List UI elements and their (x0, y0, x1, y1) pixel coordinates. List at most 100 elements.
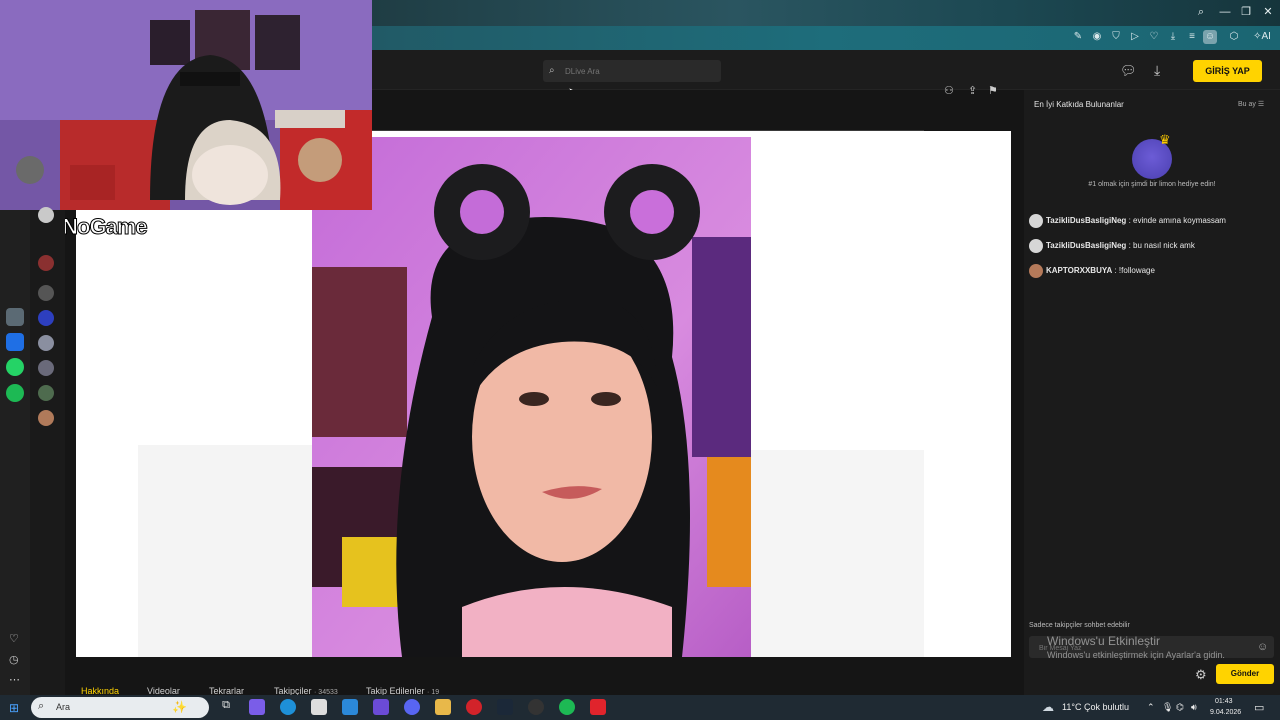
messenger-icon[interactable] (6, 333, 24, 351)
share-icon[interactable]: ⇪ (968, 84, 977, 97)
avatar[interactable] (38, 310, 54, 326)
network-icon[interactable]: ⌬ (1176, 702, 1184, 713)
chat-text: : evinde amına koymassam (1128, 216, 1226, 226)
download-icon[interactable]: ⤓ (1154, 62, 1160, 79)
heart-icon[interactable]: ♡ (1147, 30, 1161, 44)
sparkle-icon: ✨ (172, 700, 187, 714)
notification-icon[interactable]: ▭ (1254, 701, 1264, 714)
avatar[interactable] (38, 285, 54, 301)
clock-time[interactable]: 01:43 (1215, 698, 1233, 705)
avatar[interactable] (38, 410, 54, 426)
avatar[interactable] (38, 255, 54, 271)
search-icon: ⌕ (549, 65, 555, 76)
user-plus-icon[interactable]: ⚇ (944, 84, 954, 97)
download-icon[interactable]: ⤓ (1166, 30, 1180, 44)
windows-start-icon[interactable]: ⊞ (9, 701, 19, 715)
gear-icon[interactable]: ⚙ (1195, 667, 1207, 683)
history-icon[interactable]: ◷ (9, 653, 19, 666)
minimize-button[interactable]: — (1218, 5, 1232, 19)
chat-username[interactable]: KAPTORXXBUYA (1046, 266, 1112, 275)
camera-icon[interactable]: ◉ (1090, 30, 1104, 44)
ai-button[interactable]: ✧AI (1250, 30, 1274, 44)
person-photo (312, 137, 751, 657)
period-label: Bu ay (1238, 101, 1256, 108)
edit-icon[interactable]: ✎ (1071, 30, 1085, 44)
chat-username[interactable]: TazikliDusBasligiNeg (1046, 216, 1126, 225)
discord-icon[interactable] (404, 699, 420, 715)
search-input[interactable] (565, 64, 715, 78)
chat-message: TazikliDusBasligiNeg : bu nasıl nick amk (1029, 239, 1195, 253)
avatar[interactable] (1029, 214, 1043, 228)
following-sidebar (30, 210, 65, 695)
ai-label: AI (1261, 31, 1271, 42)
heart-icon[interactable]: ♡ (9, 632, 19, 645)
send-button[interactable]: Gönder (1216, 664, 1274, 684)
browser-toolbar (372, 26, 1280, 50)
chat-text: : bu nasıl nick amk (1128, 241, 1195, 251)
search-icon: ⌕ (38, 700, 45, 712)
profile-icon[interactable]: ☺ (1203, 30, 1217, 44)
restore-button[interactable]: ❐ (1239, 5, 1253, 19)
store-icon[interactable] (6, 308, 24, 326)
app-icon[interactable] (590, 699, 606, 715)
channel-bar (372, 90, 1024, 131)
contributors-title: En İyi Katkıda Bulunanlar (1034, 100, 1124, 109)
shield-icon[interactable]: ⛉ (1109, 30, 1123, 44)
stream-thumbnail (312, 137, 751, 657)
browser-title-bar (372, 0, 1280, 26)
windows-activation-subtitle: Windows'u etkinleştirmek için Ayarlar'a … (1047, 650, 1225, 660)
spotify-icon[interactable] (6, 384, 24, 402)
close-button[interactable]: ✕ (1261, 5, 1275, 19)
video-blur-left (138, 445, 312, 657)
chevron-up-icon[interactable]: ⌃ (1147, 702, 1155, 713)
chat-bubble-icon[interactable]: 💬︎ (1120, 63, 1137, 79)
volume-icon[interactable]: 🔊︎ (1191, 702, 1197, 713)
chat-username[interactable]: TazikliDusBasligiNeg (1046, 241, 1126, 250)
mail-icon[interactable] (342, 699, 358, 715)
microphone-icon[interactable]: 🎙︎ (1162, 702, 1173, 713)
followers-only-notice: Sadece takipçiler sohbet edebilir (1029, 622, 1130, 629)
emoji-icon[interactable]: ☺ (1257, 641, 1268, 653)
copilot-icon[interactable] (249, 699, 265, 715)
chat-message: KAPTORXXBUYA : !followage (1029, 264, 1155, 278)
search-icon[interactable]: ⌕ (1194, 5, 1208, 19)
weather-text[interactable]: 11°C Çok bulutlu (1062, 702, 1129, 712)
avatar[interactable] (1029, 239, 1043, 253)
avatar[interactable] (38, 207, 54, 223)
steam-icon[interactable] (497, 699, 513, 715)
file-explorer-icon[interactable] (435, 699, 451, 715)
avatar[interactable] (38, 385, 54, 401)
extensions-icon[interactable]: ⬡ (1227, 30, 1241, 44)
gift-prompt: #1 olmak için şimdi bir limon hediye edi… (1088, 181, 1216, 188)
edge-icon[interactable] (280, 699, 296, 715)
webcam-feed (0, 0, 372, 210)
whatsapp-icon[interactable] (6, 358, 24, 376)
store-icon[interactable] (311, 699, 327, 715)
teams-icon[interactable] (373, 699, 389, 715)
menu-icon: ☰ (1257, 101, 1265, 108)
windows-activation-title: Windows'u Etkinleştir (1047, 634, 1160, 648)
avatar[interactable] (1029, 264, 1043, 278)
login-button[interactable]: GİRİŞ YAP (1193, 60, 1262, 82)
video-blur-right (751, 450, 924, 657)
clock-date[interactable]: 9.04.2026 (1210, 709, 1241, 716)
spotify-icon[interactable] (559, 699, 575, 715)
site-header (372, 50, 1280, 90)
chat-text: : !followage (1114, 266, 1155, 276)
period-selector[interactable]: Bu ay ☰ (1238, 100, 1264, 108)
avatar[interactable] (38, 335, 54, 351)
menu-icon[interactable]: ≡ (1185, 30, 1199, 44)
webcam-overlay (0, 0, 372, 210)
play-icon[interactable]: ▷ (1128, 30, 1142, 44)
opera-icon[interactable] (466, 699, 482, 715)
avatar[interactable] (38, 360, 54, 376)
obs-icon[interactable] (528, 699, 544, 715)
cloud-icon: ☁ (1042, 700, 1054, 714)
more-icon[interactable]: ⋯ (9, 673, 20, 686)
crown-icon: ♛ (1159, 132, 1171, 147)
taskbar-search-label: Ara (56, 702, 71, 712)
flag-icon[interactable]: ⚑ (988, 84, 998, 97)
chat-message: TazikliDusBasligiNeg : evinde amına koym… (1029, 214, 1226, 228)
task-view-icon[interactable]: ⧉ (218, 699, 234, 715)
app-sidebar (0, 210, 30, 695)
